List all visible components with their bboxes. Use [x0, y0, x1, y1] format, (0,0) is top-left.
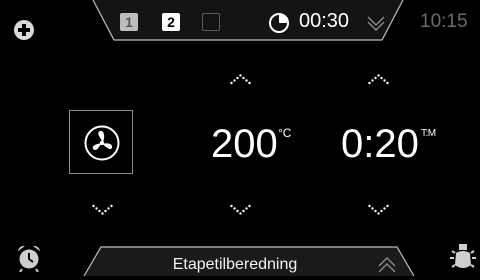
duration-unit: T:M: [421, 128, 436, 139]
stage-2-button[interactable]: 2: [162, 13, 180, 31]
alarm-clock-icon[interactable]: [16, 244, 42, 277]
clock-display: 10:15: [420, 11, 468, 32]
duration-down-button[interactable]: [368, 203, 390, 221]
stage-1-button[interactable]: 1: [120, 13, 138, 31]
top-tab-frame: [92, 0, 404, 42]
double-chevron-down-icon[interactable]: [365, 12, 387, 39]
fan-icon: [84, 125, 120, 161]
fan-mode-button[interactable]: [69, 110, 133, 174]
temperature-unit: °C: [278, 126, 292, 140]
temperature-value[interactable]: 200: [211, 120, 278, 168]
stage-3-button[interactable]: [202, 13, 220, 31]
duration-up-button[interactable]: [368, 72, 390, 90]
temperature-down-button[interactable]: [230, 203, 252, 221]
fan-down-button[interactable]: [92, 203, 114, 221]
timer-value[interactable]: 00:30: [299, 9, 349, 33]
multi-stage-cooking-button[interactable]: Etapetilberedning: [160, 255, 310, 275]
oven-light-icon[interactable]: [448, 243, 478, 278]
clock-pie-icon[interactable]: [268, 12, 290, 39]
temperature-up-button[interactable]: [230, 72, 252, 90]
duration-value[interactable]: 0:20: [341, 120, 419, 168]
double-chevron-up-icon[interactable]: [376, 255, 398, 280]
plus-circle-icon[interactable]: [13, 19, 35, 46]
